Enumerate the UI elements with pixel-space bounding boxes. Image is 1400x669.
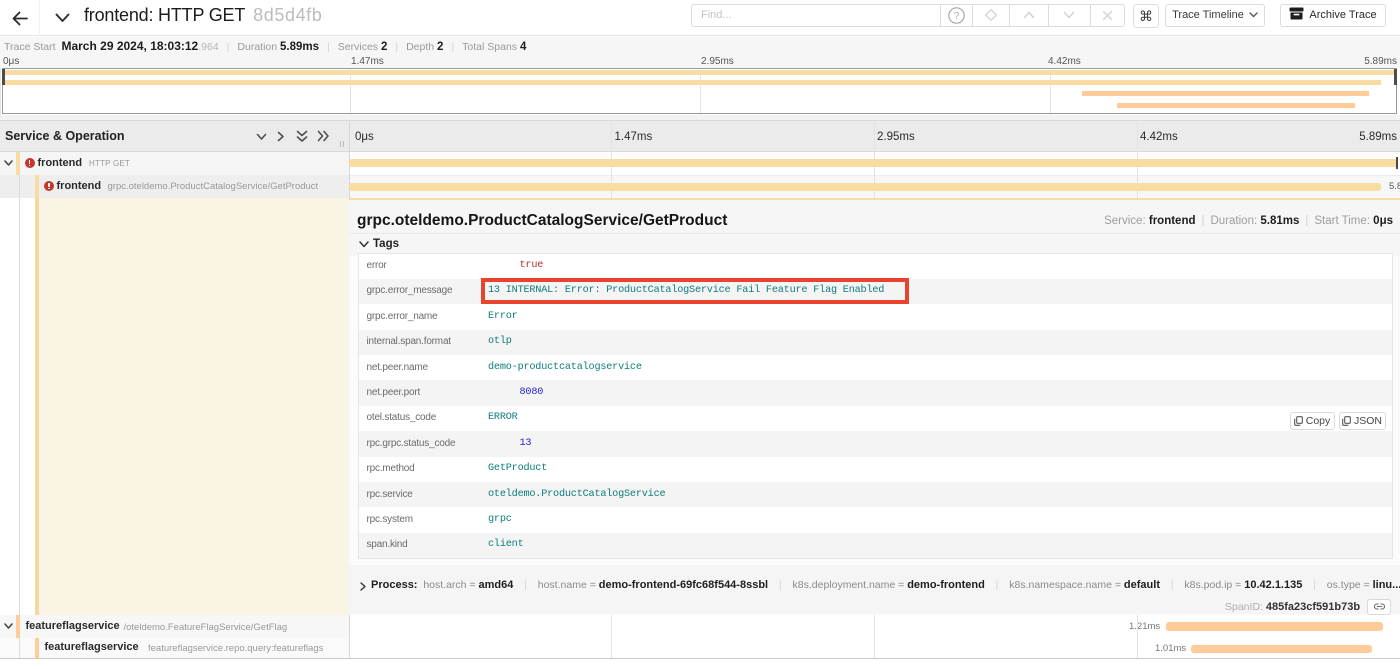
svg-text:?: ? (954, 11, 960, 22)
